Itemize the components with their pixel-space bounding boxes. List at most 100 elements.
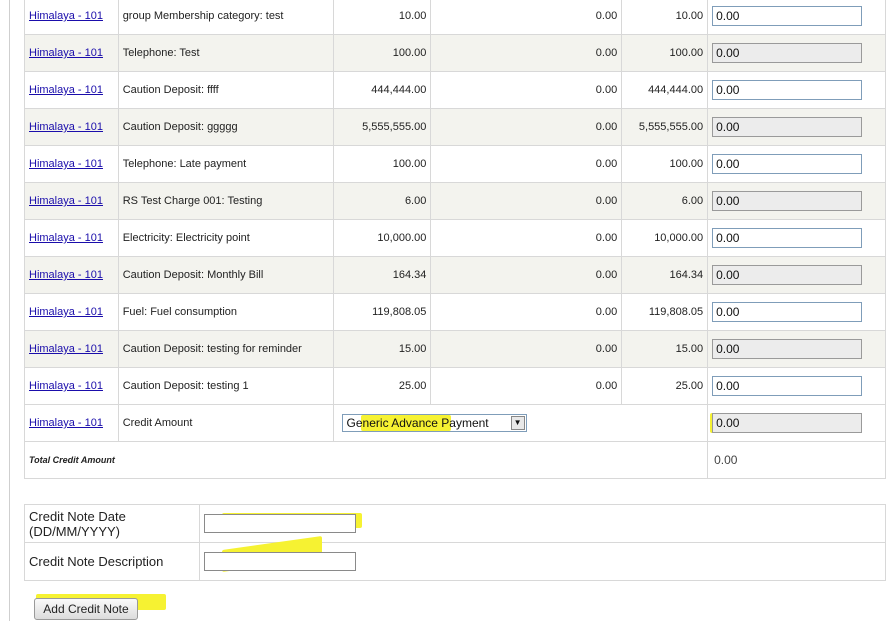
total-credit-value: 0.00 [707, 441, 886, 479]
credit-amount-input[interactable] [712, 228, 863, 248]
credit-amount-input[interactable] [712, 265, 863, 285]
paid-cell: 0.00 [430, 0, 623, 35]
due-cell: 10.00 [621, 0, 709, 35]
unit-link[interactable]: Himalaya - 101 [29, 121, 103, 133]
amount-cell: 164.34 [332, 256, 432, 294]
unit-link[interactable]: Himalaya - 101 [29, 47, 103, 59]
amount-cell: 444,444.00 [332, 71, 432, 109]
credit-amount-input[interactable] [712, 302, 863, 322]
credit-note-date-cell [198, 504, 886, 543]
amount-cell: 5,555,555.00 [332, 108, 432, 146]
credit-input-cell [707, 145, 886, 183]
unit-cell: Himalaya - 101 [24, 34, 119, 72]
credit-note-description-cell [198, 535, 886, 581]
credit-note-date-row: Credit Note Date (DD/MM/YYYY) [24, 504, 886, 543]
credit-input-cell [707, 293, 886, 331]
unit-cell: Himalaya - 101 [24, 367, 119, 405]
due-cell: 5,555,555.00 [621, 108, 709, 146]
credit-amount-input[interactable] [712, 339, 863, 359]
description-cell: Caution Deposit: ggggg [117, 108, 334, 146]
credit-input-cell [707, 182, 886, 220]
bill-item-row: Himalaya - 101 group Membership category:… [24, 0, 886, 35]
page-left-border [9, 0, 10, 621]
unit-link[interactable]: Himalaya - 101 [29, 195, 103, 207]
unit-cell: Himalaya - 101 [24, 0, 119, 35]
credit-amount-input[interactable] [712, 413, 863, 433]
add-credit-note-button[interactable]: Add Credit Note [34, 598, 138, 620]
description-cell: Caution Deposit: testing 1 [117, 367, 334, 405]
unit-link[interactable]: Himalaya - 101 [29, 417, 103, 429]
unit-cell: Himalaya - 101 [24, 404, 119, 442]
due-cell: 6.00 [621, 182, 709, 220]
credit-amount-input[interactable] [712, 80, 863, 100]
credit-input-cell [707, 367, 886, 405]
description-cell: group Membership category: test [117, 0, 334, 35]
bill-item-row: Himalaya - 101 Electricity: Electricity p… [24, 219, 886, 257]
credit-amount-row: Himalaya - 101 Credit Amount Generic Adv… [24, 404, 886, 442]
payment-type-value: Generic Advance Payment [346, 416, 489, 430]
unit-cell: Himalaya - 101 [24, 256, 119, 294]
bill-items-table: Himalaya - 101 group Membership category:… [23, 0, 886, 479]
description-cell: Fuel: Fuel consumption [117, 293, 334, 331]
paid-cell: 0.00 [430, 367, 623, 405]
bill-item-row: Himalaya - 101 Caution Deposit: testing f… [24, 330, 886, 368]
description-cell: Caution Deposit: testing for reminder [117, 330, 334, 368]
chevron-down-icon[interactable]: ▼ [510, 416, 525, 430]
payment-type-cell: Generic Advance Payment ▼ [332, 404, 709, 442]
unit-link[interactable]: Himalaya - 101 [29, 232, 103, 244]
description-cell: RS Test Charge 001: Testing [117, 182, 334, 220]
credit-amount-input[interactable] [712, 376, 863, 396]
bill-item-row: Himalaya - 101 Caution Deposit: ffff 444,4… [24, 71, 886, 109]
credit-input-cell [707, 34, 886, 72]
credit-amount-label: Credit Amount [117, 404, 334, 442]
amount-cell: 15.00 [332, 330, 432, 368]
bill-item-row: Himalaya - 101 Telephone: Test 100.00 0.00 1… [24, 34, 886, 72]
unit-link[interactable]: Himalaya - 101 [29, 269, 103, 281]
due-cell: 10,000.00 [621, 219, 709, 257]
credit-amount-input[interactable] [712, 191, 863, 211]
due-cell: 164.34 [621, 256, 709, 294]
paid-cell: 0.00 [430, 330, 623, 368]
unit-link[interactable]: Himalaya - 101 [29, 84, 103, 96]
paid-cell: 0.00 [430, 145, 623, 183]
amount-cell: 10.00 [332, 0, 432, 35]
credit-amount-input[interactable] [712, 154, 863, 174]
unit-cell: Himalaya - 101 [24, 293, 119, 331]
credit-amount-input[interactable] [712, 43, 863, 63]
credit-input-cell [707, 219, 886, 257]
credit-amount-input[interactable] [712, 117, 863, 137]
unit-cell: Himalaya - 101 [24, 145, 119, 183]
unit-link[interactable]: Himalaya - 101 [29, 343, 103, 355]
due-cell: 25.00 [621, 367, 709, 405]
unit-link[interactable]: Himalaya - 101 [29, 380, 103, 392]
paid-cell: 0.00 [430, 71, 623, 109]
credit-note-date-label: Credit Note Date (DD/MM/YYYY) [24, 504, 200, 543]
credit-note-description-row: Credit Note Description [24, 535, 886, 581]
bill-item-row: Himalaya - 101 Caution Deposit: testing 1… [24, 367, 886, 405]
credit-note-date-input[interactable] [203, 514, 356, 533]
description-cell: Caution Deposit: ffff [117, 71, 334, 109]
description-cell: Caution Deposit: Monthly Bill [117, 256, 334, 294]
credit-input-cell [707, 108, 886, 146]
credit-amount-cell [707, 404, 886, 442]
unit-link[interactable]: Himalaya - 101 [29, 306, 103, 318]
unit-link[interactable]: Himalaya - 101 [29, 10, 103, 22]
credit-amount-input[interactable] [712, 6, 863, 26]
unit-cell: Himalaya - 101 [24, 182, 119, 220]
unit-cell: Himalaya - 101 [24, 219, 119, 257]
amount-cell: 6.00 [332, 182, 432, 220]
amount-cell: 10,000.00 [332, 219, 432, 257]
unit-link[interactable]: Himalaya - 101 [29, 158, 103, 170]
amount-cell: 100.00 [332, 145, 432, 183]
credit-note-description-input[interactable] [203, 552, 356, 571]
paid-cell: 0.00 [430, 34, 623, 72]
due-cell: 444,444.00 [621, 71, 709, 109]
due-cell: 100.00 [621, 34, 709, 72]
payment-type-select[interactable]: Generic Advance Payment ▼ [341, 414, 527, 432]
amount-cell: 25.00 [332, 367, 432, 405]
due-cell: 15.00 [621, 330, 709, 368]
description-cell: Telephone: Test [117, 34, 334, 72]
credit-input-cell [707, 330, 886, 368]
paid-cell: 0.00 [430, 108, 623, 146]
credit-note-description-label: Credit Note Description [24, 542, 200, 581]
